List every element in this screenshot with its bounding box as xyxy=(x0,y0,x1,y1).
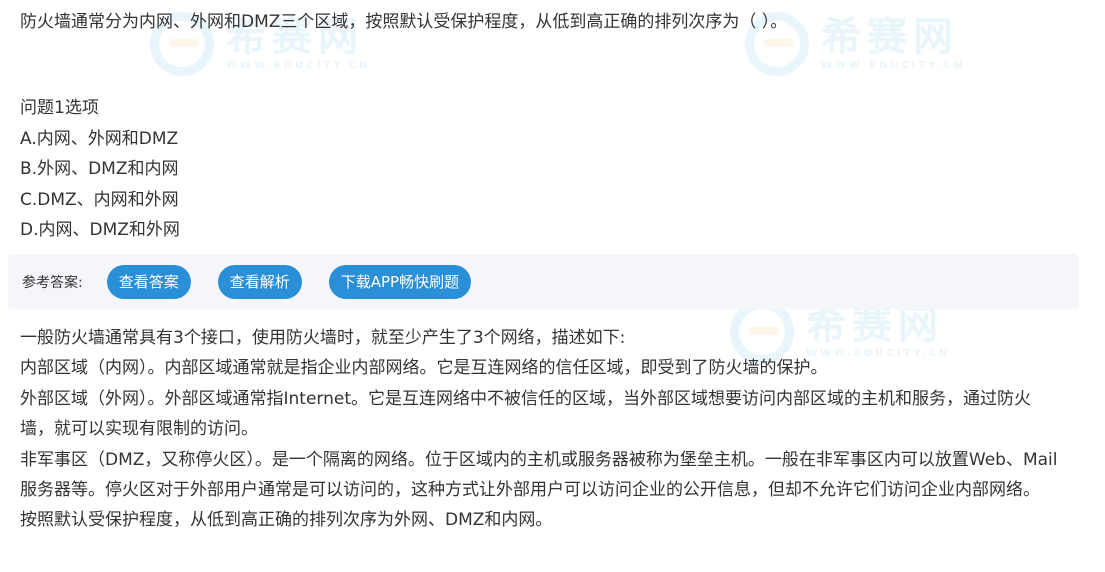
explanation-paragraph: 非军事区（DMZ，又称停火区）。是一个隔离的网络。位于区域内的主机或服务器被称为… xyxy=(20,449,1058,501)
watermark-sub-text: WWW.EDUCITY.CN xyxy=(226,60,371,71)
question-page: 希赛网 WWW.EDUCITY.CN 希赛网 WWW.EDUCITY.CN 希赛… xyxy=(0,0,1105,572)
options-title: 问题1选项 xyxy=(20,98,99,118)
view-answer-button[interactable]: 查看答案 xyxy=(106,264,191,299)
explanation-paragraph: 一般防火墙通常具有3个接口，使用防火墙时，就至少产生了3个网络，描述如下: xyxy=(20,328,626,348)
explanation-paragraph: 外部区域（外网）。外部区域通常指Internet。它是互连网络中不被信任的区域，… xyxy=(20,388,1031,440)
explanation: 一般防火墙通常具有3个接口，使用防火墙时，就至少产生了3个网络，描述如下: 内部… xyxy=(20,323,1060,536)
option-b: B.外网、DMZ和内网 xyxy=(20,159,179,179)
download-app-button[interactable]: 下载APP畅快刷题 xyxy=(328,264,472,299)
watermark-main-text: 希赛网 xyxy=(821,14,959,60)
answer-label: 参考答案: xyxy=(22,274,83,291)
option-d: D.内网、DMZ和外网 xyxy=(20,220,180,240)
options-list: 问题1选项 A.内网、外网和DMZ B.外网、DMZ和内网 C.DMZ、内网和外… xyxy=(20,93,180,246)
explanation-paragraph: 按照默认受保护程度，从低到高正确的排列次序为外网、DMZ和内网。 xyxy=(20,510,553,531)
watermark-sub-text: WWW.EDUCITY.CN xyxy=(821,60,966,71)
question-text: 防火墙通常分为内网、外网和DMZ三个区域，按照默认受保护程度，从低到高正确的排列… xyxy=(20,12,788,32)
option-c: C.DMZ、内网和外网 xyxy=(20,189,179,210)
answer-bar: 参考答案: 查看答案 查看解析 下载APP畅快刷题 xyxy=(8,254,1079,309)
option-a: A.内网、外网和DMZ xyxy=(20,128,179,149)
view-analysis-button[interactable]: 查看解析 xyxy=(217,264,302,299)
explanation-paragraph: 内部区域（内网）。内部区域通常就是指企业内部网络。它是互连网络的信任区域，即受到… xyxy=(20,358,828,379)
